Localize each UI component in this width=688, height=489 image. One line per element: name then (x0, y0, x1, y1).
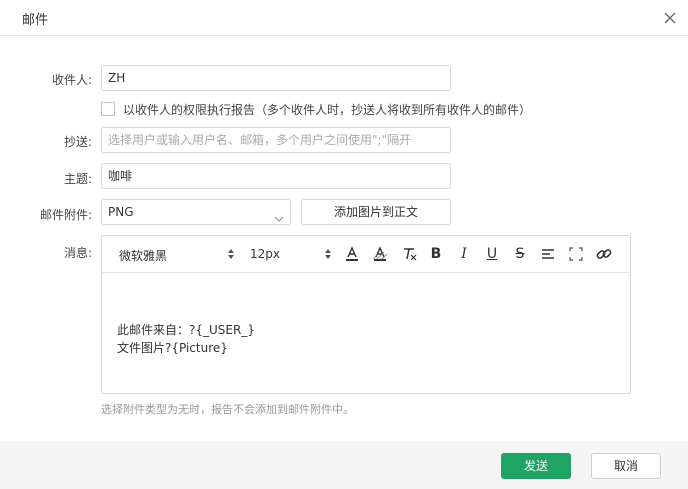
permission-checkbox[interactable] (101, 102, 115, 116)
cc-input[interactable]: 选择用户或输入用户名、邮箱，多个用户之间使用";"隔开 (101, 127, 451, 153)
attachment-select[interactable]: PNG (101, 199, 291, 225)
close-icon[interactable] (660, 8, 680, 28)
editor-line: 此邮件来自：?{_USER_} (117, 323, 255, 337)
font-size-select[interactable]: 12px (250, 247, 280, 261)
bold-icon[interactable]: B (427, 244, 445, 264)
clear-format-icon[interactable] (400, 245, 418, 263)
permission-checkbox-label[interactable]: 以收件人的权限执行报告（多个收件人时，抄送人将收到所有收件人的邮件） (123, 101, 531, 118)
dialog-title: 邮件 (22, 13, 49, 28)
strikethrough-icon[interactable]: S (511, 244, 529, 264)
recipient-label: 收件人: (51, 73, 92, 87)
cancel-button[interactable]: 取消 (591, 453, 661, 479)
attachment-label: 邮件附件: (39, 208, 92, 222)
editor-line: 文件图片?{Picture} (117, 341, 228, 355)
message-label: 消息: (63, 246, 92, 260)
send-button[interactable]: 发送 (501, 453, 571, 479)
add-image-to-body-button[interactable]: 添加图片到正文 (301, 199, 451, 225)
italic-icon[interactable]: I (455, 244, 473, 264)
email-dialog: 邮件 收件人: ZH 以收件人的权限执行报告（多个收件人时，抄送人将收到所有收件… (0, 0, 688, 489)
chevron-down-icon (274, 208, 284, 222)
font-color-icon[interactable] (343, 245, 361, 263)
editor-toolbar: 微软雅黑 12px B I U S (102, 236, 630, 273)
background-color-icon[interactable] (371, 245, 389, 263)
underline-icon[interactable]: U (483, 244, 501, 264)
font-size-arrows-icon[interactable] (324, 248, 332, 263)
message-editor[interactable]: 微软雅黑 12px B I U S 此邮件来自：?{_USER_} 文件图片?{… (101, 235, 631, 394)
cc-label: 抄送: (63, 135, 92, 149)
font-family-select[interactable]: 微软雅黑 (119, 247, 167, 264)
font-family-arrows-icon[interactable] (227, 248, 235, 263)
recipient-input[interactable]: ZH (101, 65, 451, 91)
attachment-select-value: PNG (108, 205, 134, 219)
editor-content[interactable]: 此邮件来自：?{_USER_} 文件图片?{Picture} (117, 321, 255, 357)
link-icon[interactable] (595, 245, 613, 263)
subject-label: 主题: (63, 172, 92, 186)
fullscreen-icon[interactable] (567, 245, 585, 263)
attachment-hint: 选择附件类型为无时，报告不会添加到邮件附件中。 (101, 403, 354, 416)
dialog-footer: 发送 取消 (0, 441, 688, 489)
align-icon[interactable] (539, 245, 557, 263)
dialog-header: 邮件 (0, 0, 688, 36)
subject-input[interactable]: 咖啡 (101, 163, 451, 189)
